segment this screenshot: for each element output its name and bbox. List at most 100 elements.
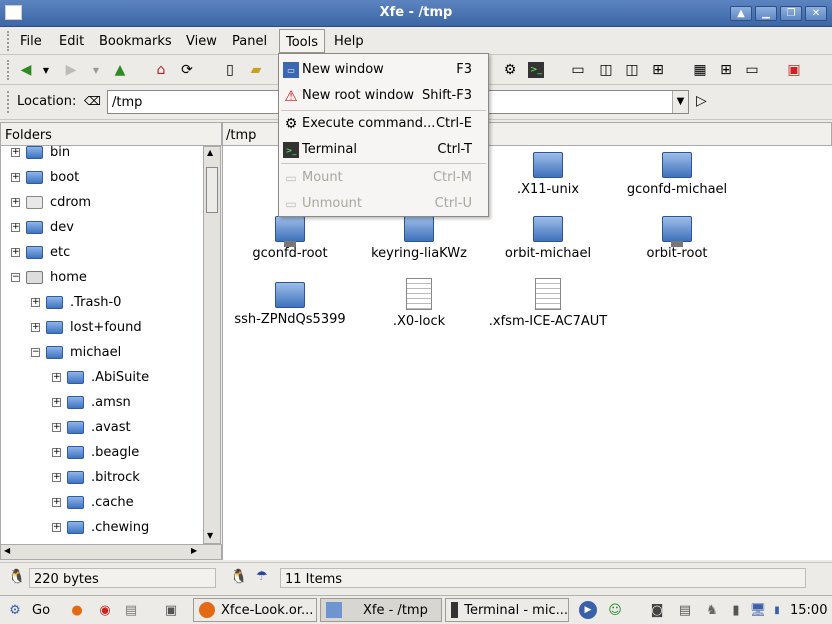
file-item[interactable]: gconfd-root bbox=[225, 216, 355, 261]
folder-icon bbox=[67, 470, 84, 484]
trash-folder-icon bbox=[46, 295, 63, 309]
clear-location-icon[interactable]: ⌫ bbox=[84, 94, 101, 108]
taskbar: ⚙ Go ● ◉ ▤ ▣ Xfce-Look.or... Xfe - /tmp … bbox=[0, 595, 832, 624]
new-file-icon[interactable]: ▯ bbox=[220, 60, 240, 80]
scroll-left-icon[interactable]: ◀ bbox=[4, 546, 10, 555]
close-button[interactable]: ✕ bbox=[805, 6, 827, 21]
menu-view[interactable]: View bbox=[186, 34, 217, 49]
battery-icon[interactable]: ▮ bbox=[768, 601, 786, 619]
scroll-up-icon[interactable]: ▲ bbox=[207, 148, 213, 157]
tree-item[interactable]: + .AbiSuite bbox=[52, 366, 149, 388]
panel-tree-icon[interactable]: ◫ bbox=[596, 60, 616, 80]
menu-help[interactable]: Help bbox=[334, 34, 364, 49]
terminal-icon[interactable]: >_ bbox=[528, 62, 544, 78]
network-icon[interactable]: 🖥 bbox=[749, 601, 767, 619]
tree-item[interactable]: + lost+found bbox=[31, 316, 142, 338]
task-terminal[interactable]: Terminal - mic... bbox=[445, 598, 569, 622]
tree-horizontal-scrollbar[interactable]: ◀ ▶ bbox=[0, 544, 222, 560]
refresh-icon[interactable]: ⟳ bbox=[177, 60, 197, 80]
forward-history-icon[interactable]: ▼ bbox=[86, 60, 106, 80]
panel-two-icon[interactable]: ◫ bbox=[622, 60, 642, 80]
locbar-grip[interactable] bbox=[7, 91, 12, 113]
tree-item[interactable]: − michael bbox=[31, 341, 121, 363]
forward-icon[interactable]: ▶ bbox=[61, 60, 81, 80]
menu-item-execute-command[interactable]: ⚙ Execute command... Ctrl-E bbox=[279, 112, 488, 136]
tree-item[interactable]: + .bitrock bbox=[52, 466, 140, 488]
file-item[interactable]: .X11-unix bbox=[483, 152, 613, 197]
menu-bookmarks[interactable]: Bookmarks bbox=[99, 34, 172, 49]
task-xfe[interactable]: Xfe - /tmp bbox=[320, 598, 442, 622]
folder-icon bbox=[533, 152, 563, 178]
filter-icon[interactable]: ☂ bbox=[256, 569, 268, 584]
tree-item[interactable]: + .cache bbox=[52, 491, 134, 513]
firefox-icon[interactable]: ● bbox=[68, 601, 86, 619]
tree-item[interactable]: + etc bbox=[11, 241, 70, 263]
menu-file[interactable]: File bbox=[20, 34, 42, 49]
menu-item-new-window[interactable]: ▭ New window F3 bbox=[279, 58, 488, 82]
file-item[interactable]: .X0-lock bbox=[354, 278, 484, 329]
back-icon[interactable]: ◀ bbox=[16, 60, 36, 80]
tree-item[interactable]: + .avast bbox=[52, 416, 131, 438]
back-history-icon[interactable]: ▼ bbox=[36, 60, 56, 80]
panel-tree-two-icon[interactable]: ⊞ bbox=[648, 60, 668, 80]
minimize-button[interactable]: ▁ bbox=[755, 6, 777, 21]
media-play-icon[interactable]: ▶ bbox=[579, 601, 597, 619]
go-menu-icon[interactable]: ⚙ bbox=[6, 601, 24, 619]
home-icon[interactable]: ⌂ bbox=[151, 60, 171, 80]
tux-icon[interactable]: ♞ bbox=[703, 601, 721, 619]
desktop-icon[interactable]: ▣ bbox=[162, 601, 180, 619]
users-icon[interactable]: ☺ bbox=[606, 601, 624, 619]
tree-item[interactable]: − home bbox=[11, 266, 87, 288]
scroll-thumb[interactable] bbox=[206, 167, 218, 213]
go-arrow-icon[interactable]: ▷ bbox=[696, 93, 707, 109]
file-item[interactable]: keyring-liaKWz bbox=[354, 216, 484, 261]
tree-item[interactable]: + bin bbox=[11, 146, 70, 163]
printer-icon[interactable]: ▤ bbox=[122, 601, 140, 619]
tree-item[interactable]: + .chewing bbox=[52, 516, 149, 538]
file-item[interactable]: orbit-root bbox=[612, 216, 742, 261]
menubar-grip[interactable] bbox=[7, 31, 12, 51]
toolbar-grip[interactable] bbox=[7, 60, 12, 80]
file-item[interactable]: ssh-ZPNdQs5399 bbox=[225, 282, 355, 327]
office-icon[interactable]: ◉ bbox=[96, 601, 114, 619]
shade-button[interactable]: ▲ bbox=[730, 6, 752, 21]
tree-item[interactable]: + .beagle bbox=[52, 441, 139, 463]
scroll-right-icon[interactable]: ▶ bbox=[191, 546, 197, 555]
tree-vertical-scrollbar[interactable]: ▲ ▼ bbox=[203, 146, 221, 544]
up-icon[interactable]: ▲ bbox=[110, 60, 130, 80]
file-item[interactable]: .xfsm-ICE-AC7AUT bbox=[483, 278, 613, 329]
folder-icon bbox=[275, 282, 305, 308]
clock[interactable]: 15:00 bbox=[790, 603, 827, 618]
title-bar[interactable]: Xfe - /tmp ▲ ▁ ❐ ✕ bbox=[0, 0, 832, 27]
new-folder-icon[interactable]: ▰ bbox=[246, 60, 266, 80]
big-icons-icon[interactable]: ▦ bbox=[690, 60, 710, 80]
menu-tools[interactable]: Tools bbox=[279, 29, 326, 53]
menu-item-terminal[interactable]: >_ Terminal Ctrl-T bbox=[279, 138, 488, 162]
maximize-button[interactable]: ❐ bbox=[780, 6, 802, 21]
camera-icon[interactable]: ◙ bbox=[648, 601, 666, 619]
file-item[interactable]: gconfd-michael bbox=[612, 152, 742, 197]
menu-item-new-root-window[interactable]: ⚠ New root window Shift-F3 bbox=[279, 84, 488, 108]
tree-item[interactable]: + .Trash-0 bbox=[31, 291, 121, 313]
details-icon[interactable]: ▭ bbox=[742, 60, 762, 80]
gear-icon[interactable]: ⚙ bbox=[500, 60, 520, 80]
trash-icon[interactable]: ▣ bbox=[784, 60, 804, 80]
scroll-down-icon[interactable]: ▼ bbox=[207, 531, 213, 540]
tree-item[interactable]: + cdrom bbox=[11, 191, 91, 213]
go-menu-label[interactable]: Go bbox=[32, 603, 50, 618]
volume-icon[interactable]: ▮ bbox=[727, 601, 745, 619]
tree-item[interactable]: + boot bbox=[11, 166, 79, 188]
task-firefox[interactable]: Xfce-Look.or... bbox=[193, 598, 317, 622]
menu-panel[interactable]: Panel bbox=[232, 34, 267, 49]
menu-edit[interactable]: Edit bbox=[59, 34, 84, 49]
panel-one-icon[interactable]: ▭ bbox=[568, 60, 588, 80]
tree-item[interactable]: + .amsn bbox=[52, 391, 131, 413]
file-item[interactable]: orbit-michael bbox=[483, 216, 613, 261]
clipboard-icon[interactable]: ▤ bbox=[676, 601, 694, 619]
folder-tree[interactable]: + bin + boot + cdrom + dev + etc − home + .Tras… bbox=[0, 146, 203, 544]
folder-icon bbox=[26, 170, 43, 184]
folders-header[interactable]: Folders bbox=[0, 122, 222, 146]
tree-item[interactable]: + dev bbox=[11, 216, 74, 238]
location-dropdown-button[interactable]: ▼ bbox=[672, 91, 688, 113]
small-icons-icon[interactable]: ⊞ bbox=[716, 60, 736, 80]
